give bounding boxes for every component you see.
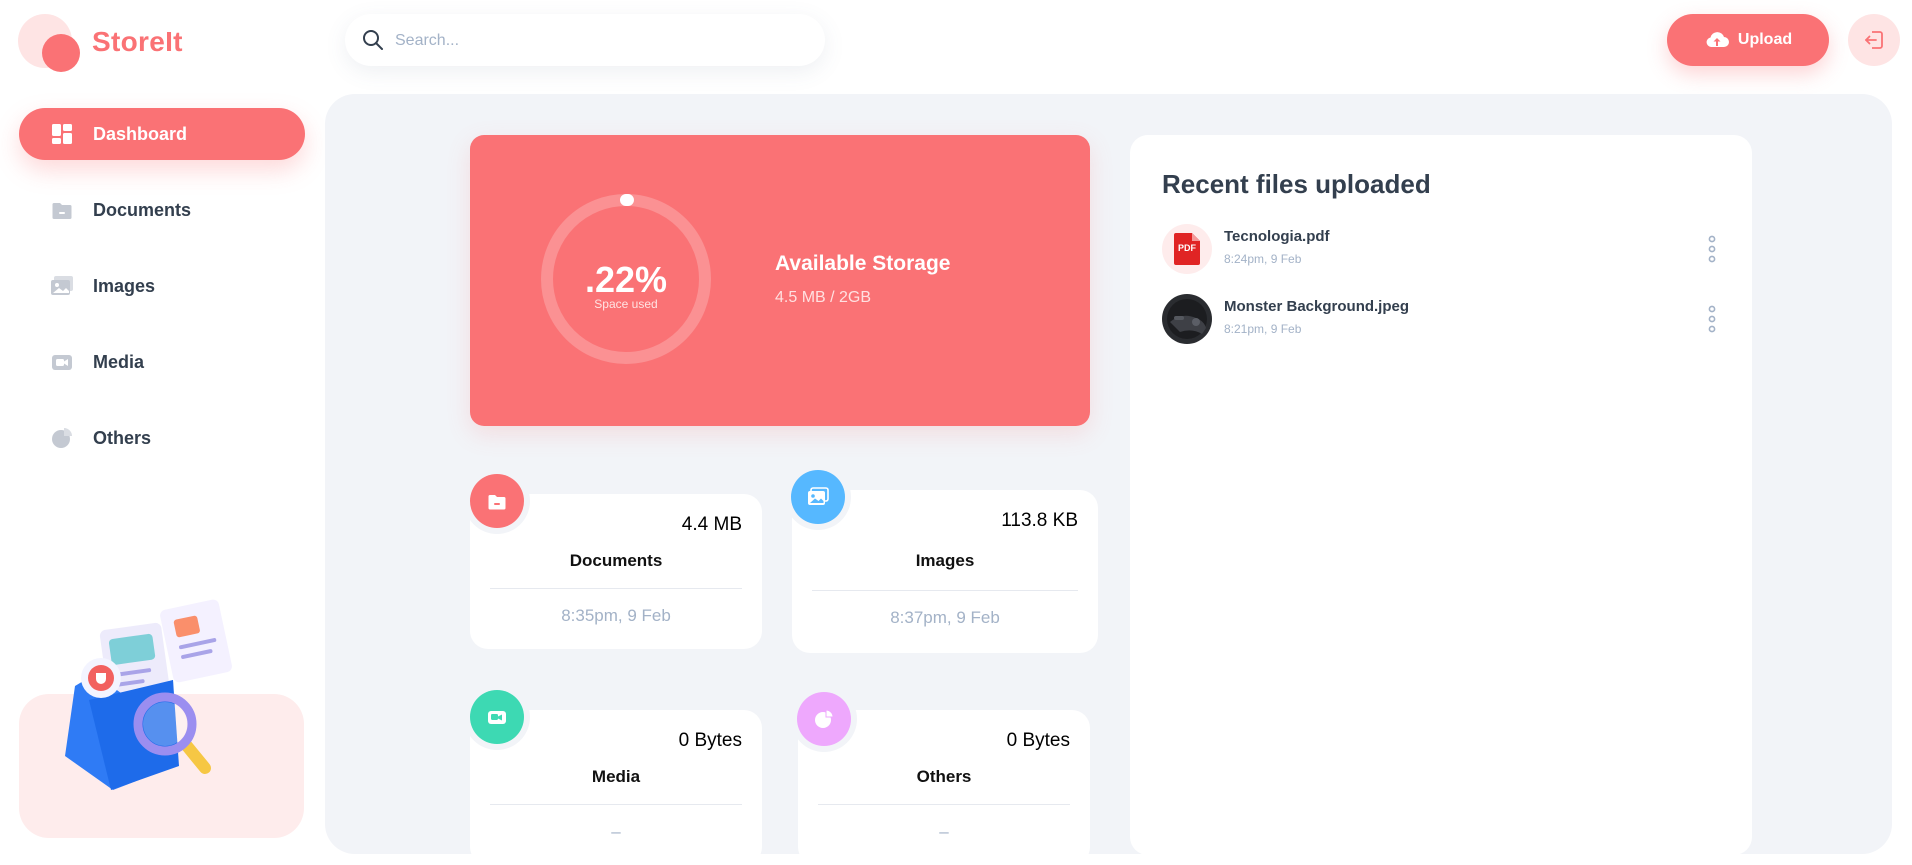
recent-file-date: 8:21pm, 9 Feb bbox=[1224, 322, 1302, 336]
logo-mark-front bbox=[42, 34, 80, 72]
summary-name: Media bbox=[591, 767, 641, 786]
sidebar-item-dashboard[interactable]: Dashboard bbox=[19, 108, 305, 160]
sidebar-item-documents[interactable]: Documents bbox=[19, 184, 305, 236]
recent-file-name: Tecnologia.pdf bbox=[1224, 228, 1330, 245]
sidebar-item-label: Others bbox=[93, 427, 152, 448]
summary-name: Documents bbox=[569, 551, 663, 570]
app-name: StoreIt bbox=[92, 26, 183, 57]
upload-label: Upload bbox=[1737, 31, 1793, 48]
recent-files-title: Recent files uploaded bbox=[1162, 169, 1431, 199]
recent-file-item[interactable]: PDF Tecnologia.pdf 8:24pm, 9 Feb bbox=[1162, 224, 1722, 278]
summary-size: 0 Bytes bbox=[1006, 730, 1070, 751]
summary-divider bbox=[818, 804, 1070, 805]
summary-divider bbox=[812, 590, 1078, 591]
recent-file-item[interactable]: Monster Background.jpeg 8:21pm, 9 Feb bbox=[1162, 294, 1722, 348]
media-icon bbox=[49, 349, 75, 375]
sidebar-nav: Dashboard Documents Images Media Others bbox=[19, 108, 305, 488]
sidebar-item-label: Dashboard bbox=[93, 123, 188, 144]
summary-divider bbox=[490, 804, 742, 805]
more-options-icon[interactable] bbox=[1702, 304, 1722, 334]
recent-files-panel: Recent files uploaded PDF Tecnologia.pdf… bbox=[1130, 135, 1752, 855]
storage-value: 4.5 MB / 2GB bbox=[775, 289, 872, 306]
recent-file-date: 8:24pm, 9 Feb bbox=[1224, 252, 1302, 266]
summary-divider bbox=[490, 588, 742, 589]
pdf-thumb-label: PDF bbox=[1178, 243, 1196, 253]
document-icon bbox=[470, 474, 524, 528]
images-icon bbox=[49, 273, 75, 299]
image-icon bbox=[791, 470, 845, 524]
sidebar-item-label: Documents bbox=[93, 199, 192, 220]
sidebar-item-label: Media bbox=[93, 351, 145, 372]
logout-button[interactable] bbox=[1848, 14, 1900, 66]
recent-file-name: Monster Background.jpeg bbox=[1224, 298, 1410, 315]
search-bar bbox=[345, 14, 825, 68]
summary-date: – bbox=[611, 822, 621, 841]
upload-button[interactable]: Upload bbox=[1667, 14, 1829, 66]
pdf-icon: PDF bbox=[1162, 224, 1212, 274]
cloud-upload-icon bbox=[1706, 32, 1729, 47]
others-icon bbox=[49, 425, 75, 451]
summary-date: – bbox=[939, 822, 949, 841]
sidebar-item-media[interactable]: Media bbox=[19, 336, 305, 388]
search-input[interactable] bbox=[393, 14, 807, 68]
sidebar-item-label: Images bbox=[93, 275, 156, 296]
summary-name: Images bbox=[915, 551, 975, 570]
storage-card: .22% Space used Available Storage 4.5 MB… bbox=[470, 135, 1090, 426]
summary-size: 113.8 KB bbox=[1001, 510, 1078, 531]
summary-date: 8:37pm, 9 Feb bbox=[890, 608, 1000, 627]
summary-size: 0 Bytes bbox=[678, 730, 742, 751]
more-options-icon[interactable] bbox=[1702, 234, 1722, 264]
app-logo[interactable]: StoreIt bbox=[18, 14, 318, 76]
video-icon bbox=[470, 690, 524, 744]
pie-icon bbox=[797, 692, 851, 746]
logout-icon bbox=[1865, 31, 1883, 49]
files-illustration bbox=[65, 599, 232, 790]
documents-icon bbox=[49, 197, 75, 223]
storage-percent-caption: Space used bbox=[594, 297, 658, 311]
summary-size: 4.4 MB bbox=[681, 514, 742, 535]
sidebar-item-images[interactable]: Images bbox=[19, 260, 305, 312]
storage-percent: .22% bbox=[584, 259, 668, 300]
sidebar-item-others[interactable]: Others bbox=[19, 412, 305, 464]
summary-name: Others bbox=[916, 767, 972, 786]
search-icon bbox=[363, 30, 383, 50]
summary-date: 8:35pm, 9 Feb bbox=[561, 606, 671, 625]
dashboard-icon bbox=[49, 121, 75, 147]
storage-title: Available Storage bbox=[775, 252, 951, 275]
image-thumbnail bbox=[1162, 294, 1212, 344]
